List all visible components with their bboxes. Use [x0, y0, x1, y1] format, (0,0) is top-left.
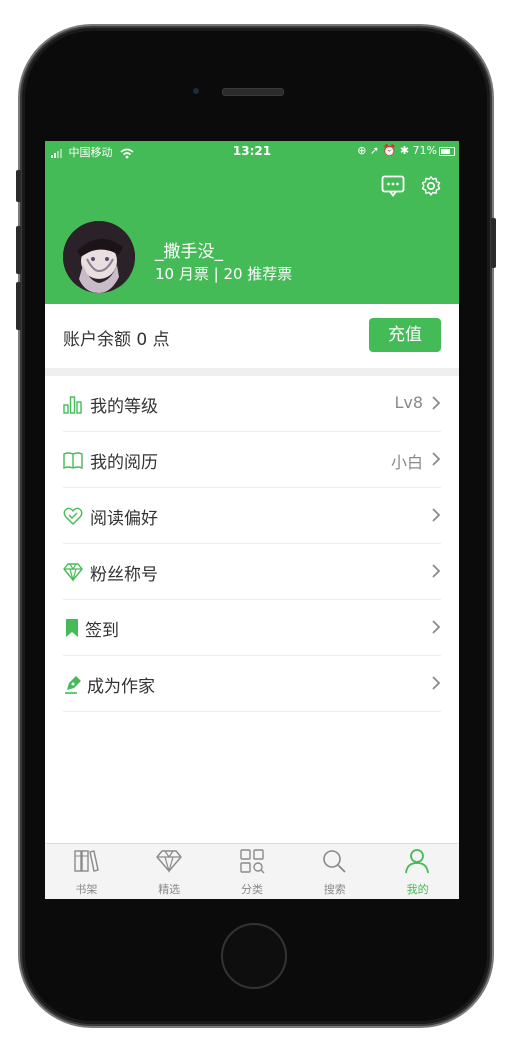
person-icon: [405, 849, 430, 874]
power-button: [491, 218, 496, 268]
tab-featured[interactable]: 精选: [128, 844, 211, 899]
bluetooth-icon: ✱: [399, 144, 410, 157]
volume-down-button: [16, 282, 21, 330]
bookshelf-icon: [74, 850, 99, 872]
grid-search-icon: [239, 849, 265, 874]
avatar-image: [63, 221, 135, 293]
chevron-right-icon: [432, 452, 441, 466]
location-icon: ➚: [369, 144, 380, 157]
balance-text: 账户余额 0 点: [63, 330, 170, 350]
tab-mine[interactable]: 我的: [376, 844, 459, 899]
search-icon: [323, 850, 347, 873]
ticket-summary: 10 月票 | 20 推荐票: [155, 265, 293, 283]
volume-up-button: [16, 226, 21, 274]
tab-category[interactable]: 分类: [211, 844, 294, 899]
alarm-icon: ⏰: [382, 144, 397, 157]
username[interactable]: _撒手没_: [155, 237, 223, 262]
mute-switch: [16, 170, 21, 202]
message-icon[interactable]: [381, 175, 405, 197]
chevron-right-icon: [432, 396, 441, 410]
battery-percent: 71%: [412, 144, 437, 157]
tab-label: 书架: [75, 883, 98, 896]
status-bar: 中国移动 13:21 ⊕ ➚ ⏰ ✱ 71%: [45, 141, 459, 161]
battery-icon: [439, 147, 455, 156]
rotation-lock-icon: ⊕: [357, 144, 367, 157]
menu-item-value: Lv8: [394, 393, 423, 412]
app-screen: 中国移动 13:21 ⊕ ➚ ⏰ ✱ 71% _撒手没_ 10 月票 | 20 …: [45, 141, 459, 899]
profile-header: 中国移动 13:21 ⊕ ➚ ⏰ ✱ 71% _撒手没_ 10 月票 | 20 …: [45, 141, 459, 304]
menu-item-value: 小白: [390, 453, 423, 472]
menu-item-label: 签到: [85, 621, 119, 641]
home-button[interactable]: [221, 923, 287, 989]
tab-label: 精选: [158, 883, 181, 896]
tab-search[interactable]: 搜索: [293, 844, 376, 899]
tab-label: 我的: [406, 883, 429, 896]
tab-label: 搜索: [323, 883, 346, 896]
menu-item-preference[interactable]: 阅读偏好: [63, 488, 441, 544]
menu-item-label: 成为作家: [87, 677, 155, 697]
menu-list: 我的等级 Lv8 我的阅历 小白 阅读偏好 粉丝称号 签到 成为作家: [45, 376, 459, 712]
avatar[interactable]: [63, 221, 135, 293]
tab-bookshelf[interactable]: 书架: [45, 844, 128, 899]
level-icon: [63, 396, 82, 414]
menu-item-label: 粉丝称号: [90, 565, 158, 585]
tab-label: 分类: [240, 883, 263, 896]
battery-fill: [441, 149, 450, 154]
diamond-icon: [156, 850, 182, 874]
tab-bar: 书架 精选 分类 搜索 我的: [45, 843, 459, 899]
account-balance-row: 账户余额 0 点 充值: [45, 304, 459, 368]
earpiece-speaker: [222, 88, 284, 96]
status-icons: ⊕ ➚ ⏰ ✱ 71%: [357, 144, 437, 157]
chevron-right-icon: [432, 620, 441, 634]
pen-icon: [65, 676, 81, 694]
section-divider: [45, 368, 459, 376]
menu-item-history[interactable]: 我的阅历 小白: [63, 432, 441, 488]
front-camera: [193, 88, 199, 94]
menu-item-checkin[interactable]: 签到: [63, 600, 441, 656]
chevron-right-icon: [432, 676, 441, 690]
menu-item-label: 我的阅历: [90, 453, 158, 473]
menu-item-become-writer[interactable]: 成为作家: [63, 656, 441, 712]
menu-item-level[interactable]: 我的等级 Lv8: [63, 376, 441, 432]
menu-item-label: 我的等级: [90, 397, 158, 417]
diamond-icon: [63, 563, 83, 582]
chevron-right-icon: [432, 508, 441, 522]
heart-icon: [63, 507, 83, 525]
recharge-button[interactable]: 充值: [369, 318, 441, 352]
book-icon: [63, 452, 83, 470]
bookmark-icon: [66, 619, 78, 637]
menu-item-fan-title[interactable]: 粉丝称号: [63, 544, 441, 600]
chevron-right-icon: [432, 564, 441, 578]
menu-item-label: 阅读偏好: [90, 509, 158, 529]
gear-icon[interactable]: [419, 175, 443, 197]
